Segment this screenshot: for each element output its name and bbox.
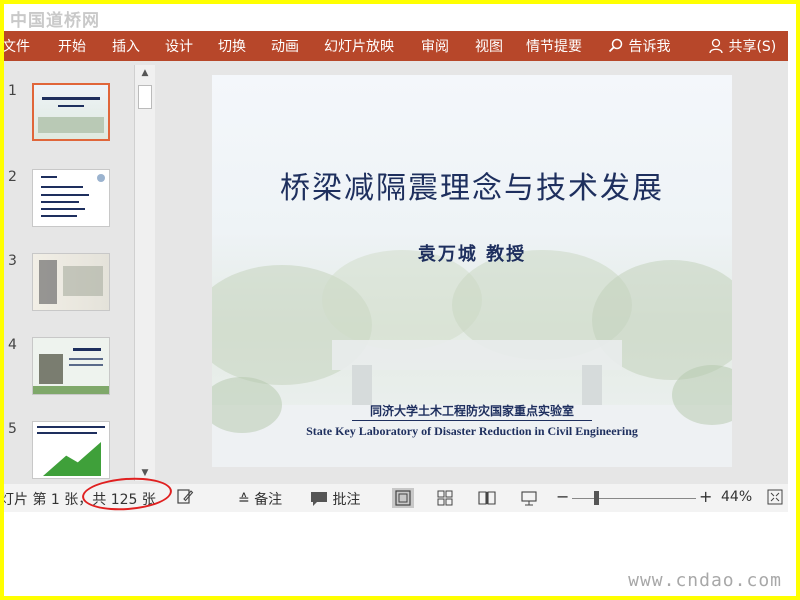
zoom-out-icon[interactable]: −	[556, 487, 569, 506]
thumbnail-pane: 1 2 3 4 5	[4, 61, 134, 484]
comments-label: 批注	[332, 492, 361, 508]
tab-storyboarding[interactable]: 情节提要	[526, 36, 582, 56]
tab-animations[interactable]: 动画	[271, 36, 299, 56]
thumbnail-slide-5[interactable]	[32, 421, 110, 479]
tell-me-label: 告诉我	[628, 39, 671, 55]
slide-title: 桥梁减隔震理念与技术发展	[280, 171, 664, 206]
slide-lab-english: State Key Laboratory of Disaster Reducti…	[306, 424, 638, 438]
slide-lab-chinese: 同济大学土木工程防灾国家重点实验室	[369, 404, 574, 418]
thumb-number: 1	[8, 83, 17, 99]
zoom-in-icon[interactable]: +	[699, 487, 712, 506]
ribbon-tabs: 文件 开始 插入 设计 切换 动画 幻灯片放映 审阅 视图 情节提要 告诉我 共…	[4, 31, 788, 61]
zoom-level[interactable]: 44%	[721, 489, 752, 505]
tab-home[interactable]: 开始	[58, 36, 86, 56]
slideshow-icon[interactable]	[518, 488, 540, 508]
search-icon	[608, 38, 623, 53]
share-button[interactable]: 共享(S)	[708, 36, 776, 56]
watermark-top: 中国道桥网	[10, 11, 100, 31]
fit-window-icon[interactable]	[766, 488, 784, 510]
slide-sorter-icon[interactable]	[434, 488, 456, 508]
comments-button[interactable]: 批注	[310, 489, 360, 509]
reading-view-icon[interactable]	[476, 488, 498, 508]
workspace: 1 2 3 4 5 ▲ ▼ 桥梁减隔震理念与技术发展 袁万城 教授 同济大学土木…	[4, 61, 788, 484]
thumbnail-scrollbar[interactable]: ▲ ▼	[134, 65, 155, 481]
tab-review[interactable]: 审阅	[421, 36, 449, 56]
proofing-icon[interactable]	[176, 487, 194, 509]
tab-view[interactable]: 视图	[475, 36, 503, 56]
watermark-bottom: www.cndao.com	[628, 570, 782, 591]
tab-insert[interactable]: 插入	[112, 36, 140, 56]
share-label: 共享(S)	[728, 39, 777, 55]
tell-me-button[interactable]: 告诉我	[608, 36, 670, 56]
scroll-up-icon[interactable]: ▲	[135, 65, 155, 81]
notes-label: 备注	[254, 492, 283, 508]
slide-canvas[interactable]: 桥梁减隔震理念与技术发展 袁万城 教授 同济大学土木工程防灾国家重点实验室 St…	[212, 75, 732, 467]
notes-icon: ≙	[238, 492, 250, 508]
user-icon	[709, 38, 723, 54]
thumbnail-slide-2[interactable]	[32, 169, 110, 227]
screenshot-frame: 中国道桥网 文件 开始 插入 设计 切换 动画 幻灯片放映 审阅 视图 情节提要…	[0, 0, 800, 600]
thumb-number: 5	[8, 421, 17, 437]
tab-design[interactable]: 设计	[165, 36, 193, 56]
slide-divider	[352, 420, 592, 421]
tab-slideshow[interactable]: 幻灯片放映	[324, 36, 394, 56]
thumb-number: 2	[8, 169, 17, 185]
tab-transitions[interactable]: 切换	[218, 36, 246, 56]
tab-file[interactable]: 文件	[4, 36, 30, 56]
thumbnail-slide-3[interactable]	[32, 253, 110, 311]
notes-button[interactable]: ≙ 备注	[238, 489, 282, 509]
thumbnail-slide-4[interactable]	[32, 337, 110, 395]
scrollbar-thumb[interactable]	[138, 85, 152, 109]
slide-author: 袁万城 教授	[417, 244, 527, 265]
thumb-number: 3	[8, 253, 17, 269]
thumbnail-slide-1[interactable]	[32, 83, 110, 141]
zoom-slider[interactable]	[572, 498, 696, 499]
comments-icon	[311, 492, 327, 506]
normal-view-icon[interactable]	[392, 488, 414, 508]
thumb-number: 4	[8, 337, 17, 353]
zoom-slider-knob[interactable]	[594, 491, 599, 505]
